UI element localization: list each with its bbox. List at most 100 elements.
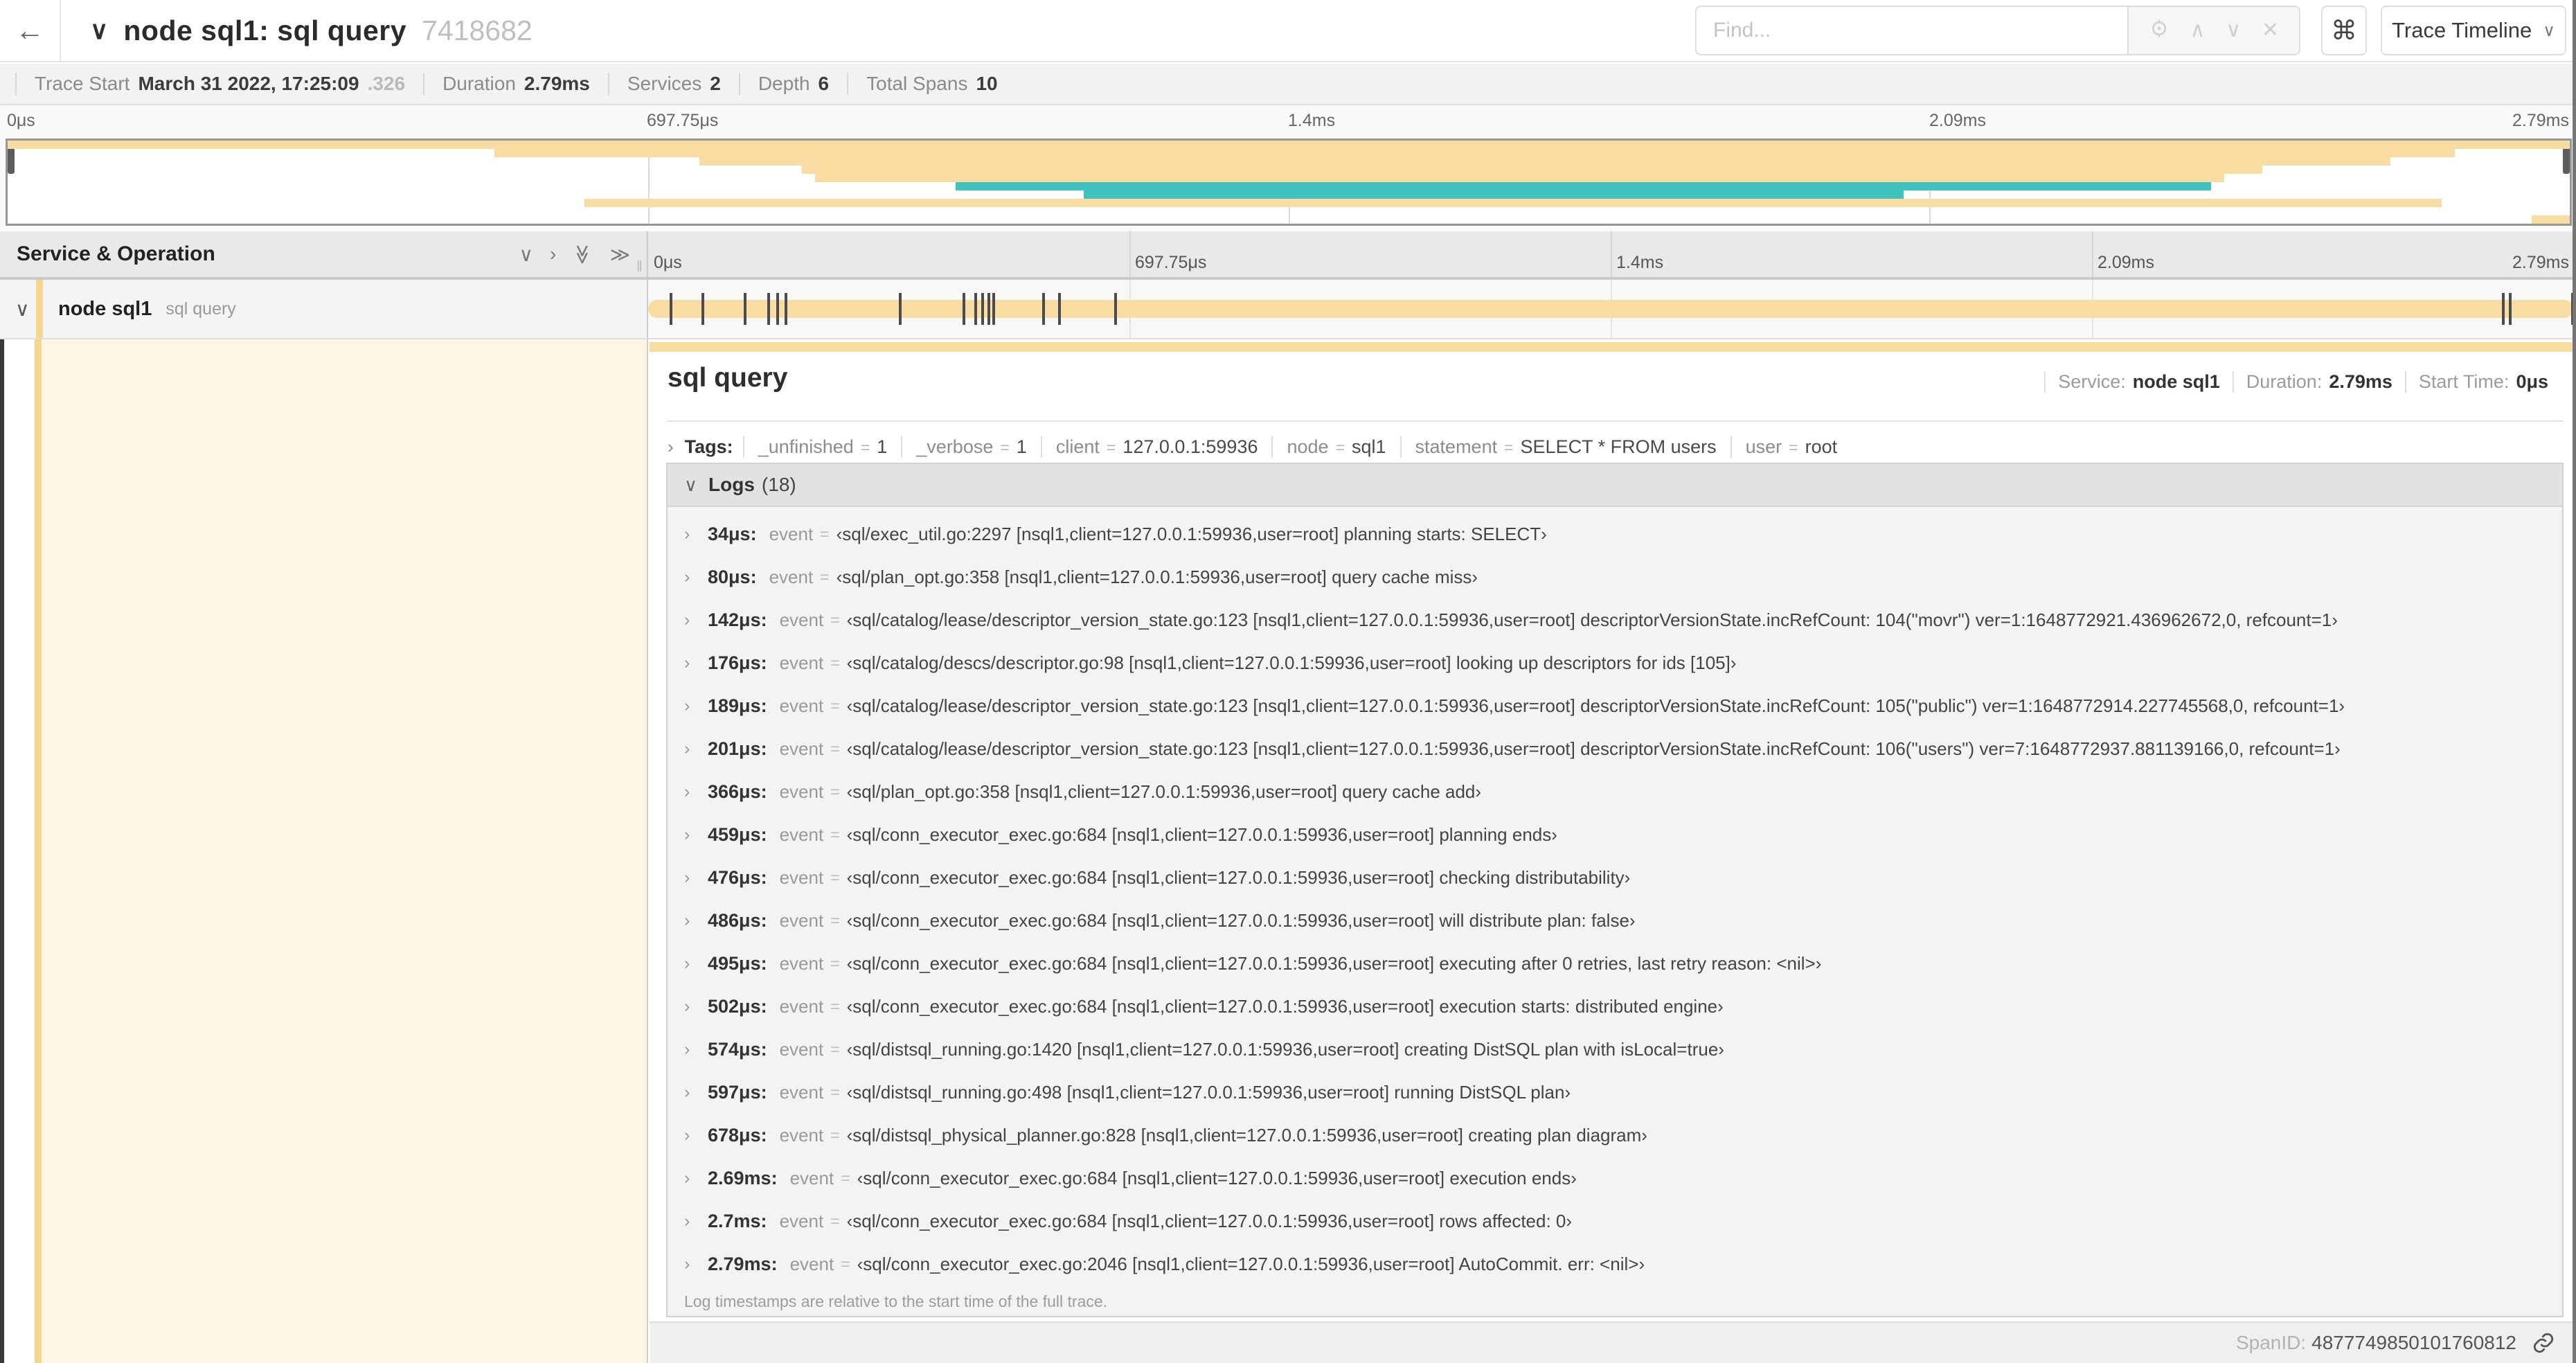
expand-one-icon[interactable]: › bbox=[550, 243, 556, 265]
logs-header[interactable]: ∨ Logs (18) bbox=[668, 464, 2562, 507]
log-timestamp: 495μs: bbox=[708, 952, 767, 974]
log-timestamp: 189μs: bbox=[708, 695, 767, 716]
log-row[interactable]: › 495μs: event = ‹sql/conn_executor_exec… bbox=[684, 942, 2562, 985]
chevron-right-icon[interactable]: › bbox=[684, 696, 708, 716]
minimap-span-bar bbox=[8, 141, 2570, 149]
log-row[interactable]: › 574μs: event = ‹sql/distsql_running.go… bbox=[684, 1028, 2562, 1071]
chevron-down-icon[interactable]: ∨ bbox=[90, 16, 108, 45]
log-row[interactable]: › 678μs: event = ‹sql/distsql_physical_p… bbox=[684, 1114, 2562, 1157]
chevron-right-icon[interactable]: › bbox=[684, 1211, 708, 1231]
equals-sign: = bbox=[860, 438, 870, 456]
log-row[interactable]: › 2.7ms: event = ‹sql/conn_executor_exec… bbox=[684, 1200, 2562, 1242]
span-detail-panel: sql query Service: node sql1 Duration: 2… bbox=[650, 339, 2573, 1363]
meta-item: Service: node sql1 bbox=[2044, 371, 2233, 393]
tag-item: node = sql1 bbox=[1271, 436, 1399, 458]
log-timestamp: 459μs: bbox=[708, 823, 767, 845]
expand-all-icon[interactable]: ≫ bbox=[610, 243, 630, 266]
log-row[interactable]: › 366μs: event = ‹sql/plan_opt.go:358 [n… bbox=[684, 770, 2562, 813]
tag-key: statement bbox=[1415, 436, 1498, 457]
log-field-key: event bbox=[779, 1124, 824, 1146]
log-field-key: event bbox=[789, 1167, 834, 1188]
deep-link-icon[interactable] bbox=[2532, 1331, 2555, 1355]
chevron-right-icon[interactable]: › bbox=[684, 610, 708, 630]
back-arrow-icon: ← bbox=[15, 14, 44, 46]
chevron-right-icon[interactable]: › bbox=[684, 524, 708, 544]
view-type-dropdown[interactable]: Trace Timeline ∨ bbox=[2381, 6, 2566, 55]
trace-summary-bar: Trace Start March 31 2022, 17:25:09 .326… bbox=[0, 64, 2576, 105]
minimap-canvas[interactable] bbox=[6, 139, 2572, 226]
span-row-timeline-cell[interactable] bbox=[648, 280, 2574, 338]
span-duration-bar[interactable] bbox=[648, 293, 2574, 325]
chevron-right-icon[interactable]: › bbox=[684, 911, 708, 931]
chevron-down-icon[interactable]: ∨ bbox=[2226, 20, 2241, 41]
chevron-down-icon[interactable]: ∨ bbox=[0, 298, 36, 321]
focus-icon[interactable] bbox=[2149, 18, 2170, 43]
span-row-name-cell[interactable]: ∨ node sql1 sql query bbox=[0, 280, 648, 338]
log-timestamp: 366μs: bbox=[708, 781, 767, 802]
view-type-label: Trace Timeline bbox=[2392, 18, 2532, 42]
log-field-key: event bbox=[779, 609, 824, 630]
meta-value: 0μs bbox=[2516, 371, 2548, 392]
log-row[interactable]: › 189μs: event = ‹sql/catalog/lease/desc… bbox=[684, 684, 2562, 727]
chevron-right-icon[interactable]: › bbox=[684, 1040, 708, 1060]
log-row[interactable]: › 2.69ms: event = ‹sql/conn_executor_exe… bbox=[684, 1157, 2562, 1200]
log-row[interactable]: › 80μs: event = ‹sql/plan_opt.go:358 [ns… bbox=[684, 555, 2562, 598]
chevron-right-icon[interactable]: › bbox=[684, 825, 708, 845]
log-event-marker bbox=[669, 293, 672, 325]
log-row[interactable]: › 176μs: event = ‹sql/catalog/descs/desc… bbox=[684, 641, 2562, 684]
tag-value: root bbox=[1805, 436, 1838, 457]
log-row[interactable]: › 476μs: event = ‹sql/conn_executor_exec… bbox=[684, 856, 2562, 899]
log-row[interactable]: › 2.79ms: event = ‹sql/conn_executor_exe… bbox=[684, 1242, 2562, 1285]
page-scrollbar[interactable] bbox=[2573, 0, 2576, 1363]
chevron-right-icon[interactable]: › bbox=[684, 1083, 708, 1103]
log-field-value: ‹sql/plan_opt.go:358 [nsql1,client=127.0… bbox=[846, 781, 1482, 802]
chevron-up-icon[interactable]: ∧ bbox=[2190, 20, 2206, 41]
log-field-value: ‹sql/catalog/lease/descriptor_version_st… bbox=[846, 609, 2338, 630]
equals-sign: = bbox=[830, 782, 840, 801]
log-row[interactable]: › 34μs: event = ‹sql/exec_util.go:2297 [… bbox=[684, 513, 2562, 555]
chevron-right-icon[interactable]: › bbox=[684, 868, 708, 888]
chevron-right-icon[interactable]: › bbox=[684, 739, 708, 759]
tags-list: _unfinished = 1 _verbose = 1 client = 12… bbox=[742, 436, 1851, 458]
trace-title-group[interactable]: ∨ node sql1: sql query 7418682 bbox=[90, 0, 533, 61]
chevron-right-icon[interactable]: › bbox=[668, 436, 674, 458]
log-field-key: event bbox=[779, 652, 824, 673]
column-resizer-handle[interactable]: ‖ bbox=[636, 258, 643, 276]
summary-label: Services bbox=[627, 73, 702, 94]
chevron-right-icon[interactable]: › bbox=[684, 1125, 708, 1146]
chevron-right-icon[interactable]: › bbox=[684, 997, 708, 1017]
equals-sign: = bbox=[1106, 438, 1116, 456]
chevron-right-icon[interactable]: › bbox=[684, 782, 708, 802]
log-field-key: event bbox=[789, 1253, 834, 1274]
tags-row[interactable]: › Tags: _unfinished = 1 _verbose = 1 cli… bbox=[668, 436, 2564, 458]
log-row[interactable]: › 459μs: event = ‹sql/conn_executor_exec… bbox=[684, 813, 2562, 856]
chevron-right-icon[interactable]: › bbox=[684, 567, 708, 587]
chevron-right-icon[interactable]: › bbox=[684, 1254, 708, 1274]
log-field-key: event bbox=[779, 1210, 824, 1231]
back-button[interactable]: ← bbox=[0, 0, 61, 61]
equals-sign: = bbox=[830, 954, 840, 972]
collapse-all-icon[interactable]: ≫ bbox=[572, 244, 595, 264]
log-timestamp: 574μs: bbox=[708, 1038, 767, 1060]
chevron-down-icon[interactable]: ∨ bbox=[684, 474, 697, 496]
log-event-marker bbox=[963, 293, 966, 325]
log-row[interactable]: › 502μs: event = ‹sql/conn_executor_exec… bbox=[684, 985, 2562, 1028]
log-row[interactable]: › 142μs: event = ‹sql/catalog/lease/desc… bbox=[684, 598, 2562, 641]
chevron-right-icon[interactable]: › bbox=[684, 1168, 708, 1188]
log-field-value: ‹sql/catalog/descs/descriptor.go:98 [nsq… bbox=[846, 652, 1737, 673]
log-field-key: event bbox=[779, 952, 824, 974]
chevron-down-icon: ∨ bbox=[2543, 21, 2555, 40]
log-row[interactable]: › 486μs: event = ‹sql/conn_executor_exec… bbox=[684, 899, 2562, 942]
chevron-right-icon[interactable]: › bbox=[684, 954, 708, 974]
meta-item: Duration: 2.79ms bbox=[2232, 371, 2405, 393]
search-input[interactable] bbox=[1695, 6, 2127, 55]
log-row[interactable]: › 201μs: event = ‹sql/catalog/lease/desc… bbox=[684, 727, 2562, 770]
close-icon[interactable]: ✕ bbox=[2262, 20, 2279, 41]
chevron-right-icon[interactable]: › bbox=[684, 653, 708, 673]
summary-value: 10 bbox=[976, 73, 998, 94]
log-row[interactable]: › 597μs: event = ‹sql/distsql_running.go… bbox=[684, 1071, 2562, 1114]
collapse-one-icon[interactable]: ∨ bbox=[519, 243, 534, 266]
keyboard-shortcuts-button[interactable]: ⌘ bbox=[2321, 6, 2367, 55]
tag-item: _verbose = 1 bbox=[901, 436, 1041, 458]
trace-minimap: 0μs 697.75μs 1.4ms 2.09ms 2.79ms bbox=[0, 105, 2576, 231]
